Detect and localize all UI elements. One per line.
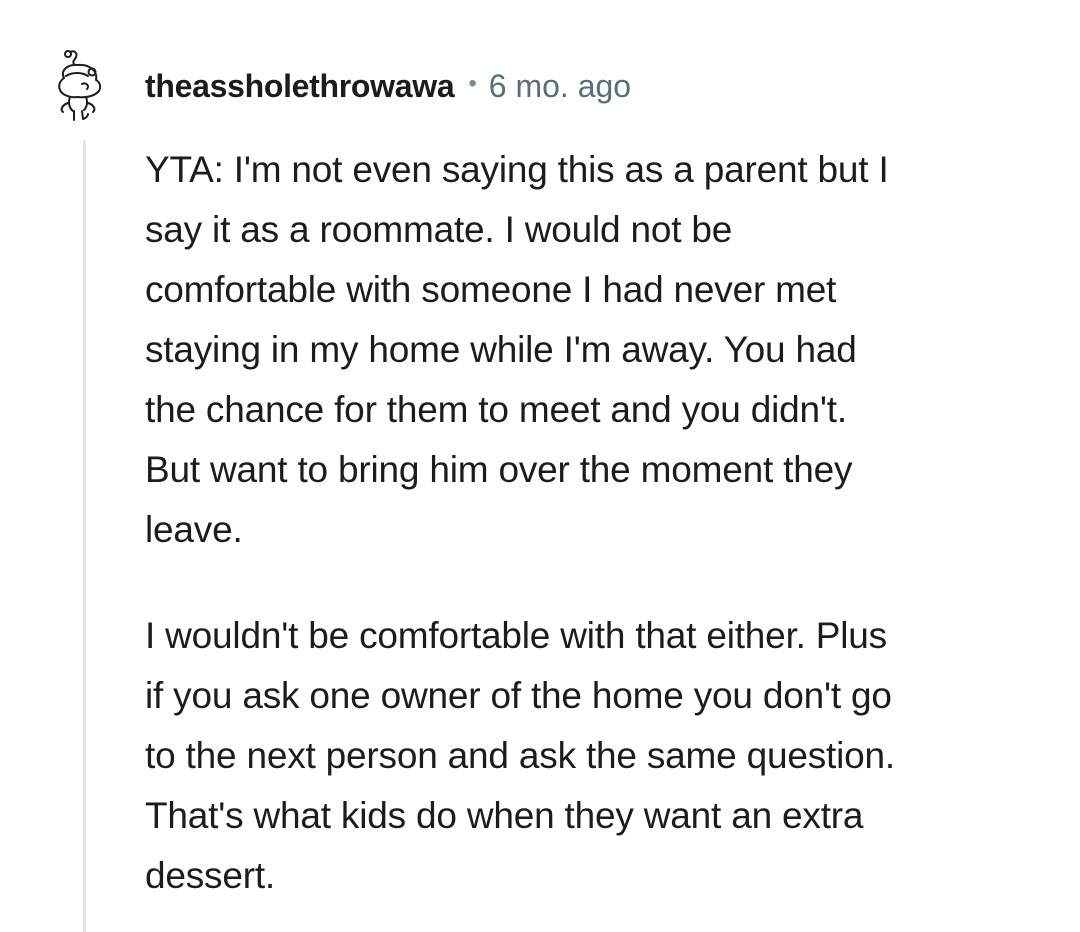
comment-timestamp[interactable]: 6 mo. ago xyxy=(489,68,631,105)
comment-text-line: That's what kids do when they want an ex… xyxy=(145,795,864,836)
comment-body: YTA: I'm not even saying this as a paren… xyxy=(145,140,1045,906)
comment-paragraph: I wouldn't be comfortable with that eith… xyxy=(145,606,1045,906)
comment-text-line: dessert. xyxy=(145,855,276,896)
snoo-avatar-icon[interactable] xyxy=(52,48,116,124)
comment-text-line: I wouldn't be comfortable with that eith… xyxy=(145,615,887,656)
comment-text-line: leave. xyxy=(145,509,243,550)
thread-collapse-line[interactable] xyxy=(83,140,86,932)
author-username[interactable]: theassholethrowawa xyxy=(145,68,455,105)
comment-header: theassholethrowawa • 6 mo. ago xyxy=(145,64,631,108)
comment-text-line: But want to bring him over the moment th… xyxy=(145,449,853,490)
comment-text-line: to the next person and ask the same ques… xyxy=(145,735,895,776)
comment-text-line: YTA: I'm not even saying this as a paren… xyxy=(145,149,889,190)
comment-text-line: if you ask one owner of the home you don… xyxy=(145,675,892,716)
comment-paragraph: YTA: I'm not even saying this as a paren… xyxy=(145,140,1045,560)
comment-text-line: comfortable with someone I had never met xyxy=(145,269,837,310)
comment-text-line: the chance for them to meet and you didn… xyxy=(145,389,847,430)
comment: theassholethrowawa • 6 mo. ago YTA: I'm … xyxy=(0,0,1080,932)
meta-separator: • xyxy=(468,70,477,97)
comment-text-line: staying in my home while I'm away. You h… xyxy=(145,329,857,370)
comment-text-line: say it as a roommate. I would not be xyxy=(145,209,733,250)
